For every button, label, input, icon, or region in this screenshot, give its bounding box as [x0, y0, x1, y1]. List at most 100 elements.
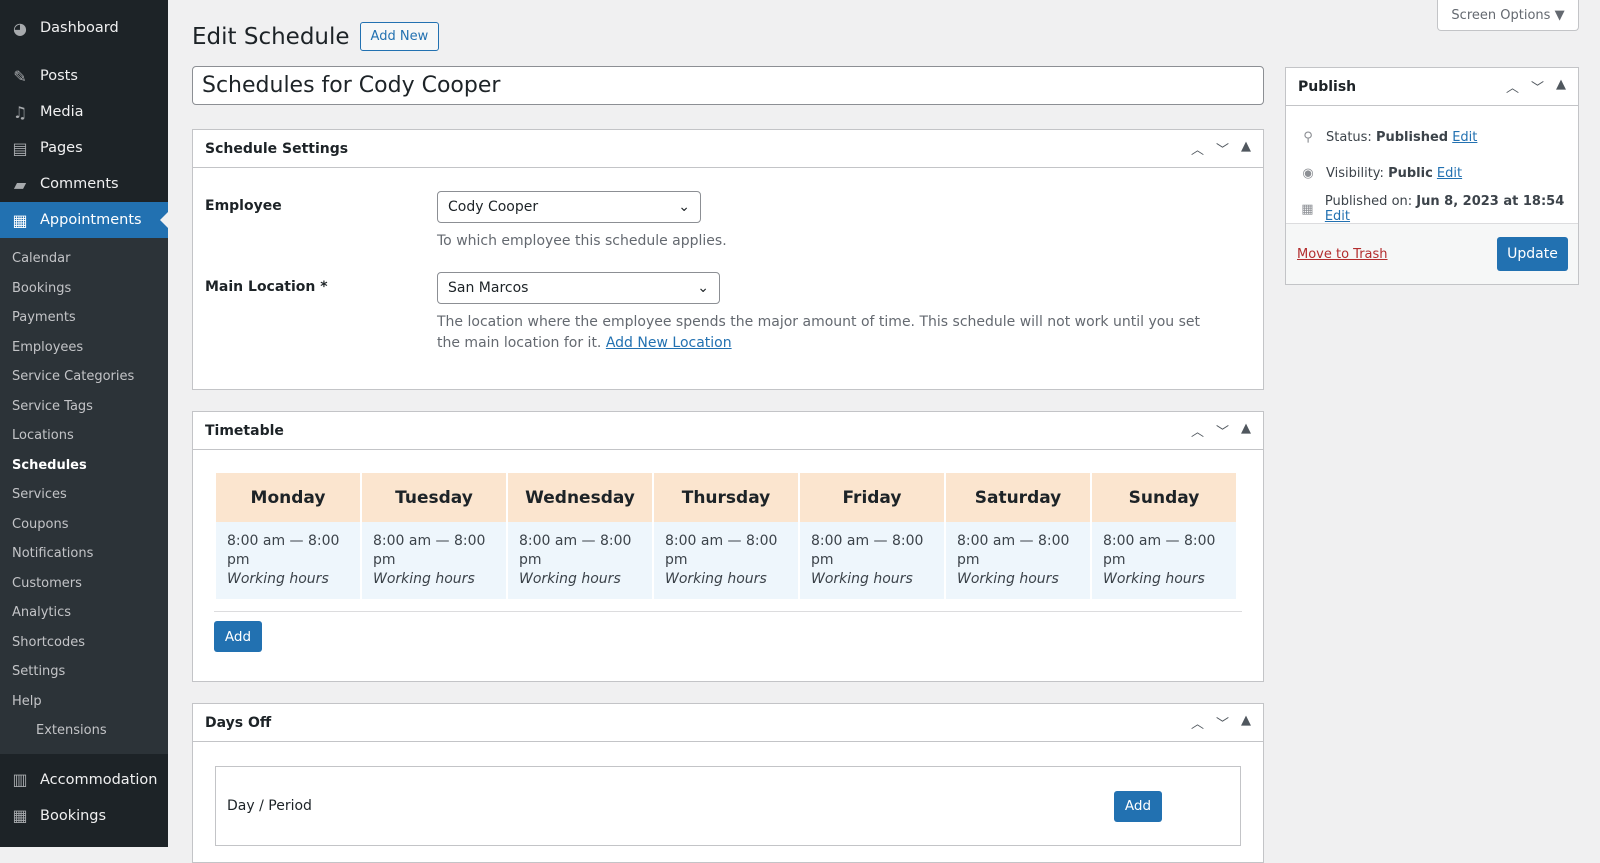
submenu-item-customers[interactable]: Customers	[0, 569, 168, 599]
day-header: Tuesday	[362, 473, 506, 522]
time-range: 8:00 am — 8:00 pm	[519, 533, 632, 568]
location-select[interactable]: San Marcos ⌄	[437, 272, 720, 304]
calendar-icon: ▦	[12, 806, 28, 825]
time-range: 8:00 am — 8:00 pm	[1103, 533, 1216, 568]
slot-type: Working hours	[227, 571, 329, 587]
toggle-icon[interactable]: ▲	[1241, 713, 1251, 732]
submenu-item-coupons[interactable]: Coupons	[0, 510, 168, 540]
days-off-box: Days Off ︿ ﹀ ▲ Day / Period Add	[192, 703, 1264, 863]
screen-options-button[interactable]: Screen Options ▼	[1437, 0, 1579, 31]
submenu-item-bookings[interactable]: Bookings	[0, 274, 168, 304]
add-timetable-button[interactable]: Add	[214, 621, 262, 652]
submenu-item-service-categories[interactable]: Service Categories	[0, 362, 168, 392]
toggle-icon[interactable]: ▲	[1241, 139, 1251, 158]
chevron-down-icon: ⌄	[697, 280, 709, 296]
sidebar-item-pages[interactable]: ▤ Pages	[0, 130, 168, 166]
schedule-settings-box: Schedule Settings ︿ ﹀ ▲ Employee Cody Coope…	[192, 129, 1264, 390]
submenu-item-extensions[interactable]: Extensions	[0, 716, 168, 746]
slot-type: Working hours	[1103, 571, 1205, 587]
appointments-submenu: Calendar Bookings Payments Employees Service…	[0, 238, 168, 754]
day-cell[interactable]: 8:00 am — 8:00 pm Working hours	[1092, 522, 1236, 599]
media-icon: ♫	[12, 102, 28, 122]
move-up-icon[interactable]: ︿	[1191, 139, 1204, 158]
submenu-item-payments[interactable]: Payments	[0, 303, 168, 333]
day-header: Saturday	[946, 473, 1090, 522]
chevron-down-icon: ⌄	[678, 199, 690, 215]
title-input[interactable]: Schedules for Cody Cooper	[192, 66, 1264, 105]
submenu-item-services[interactable]: Services	[0, 480, 168, 510]
toggle-icon[interactable]: ▲	[1556, 77, 1566, 96]
submenu-item-analytics[interactable]: Analytics	[0, 598, 168, 628]
time-range: 8:00 am — 8:00 pm	[957, 533, 1070, 568]
submenu-item-settings[interactable]: Settings	[0, 657, 168, 687]
calendar-icon: ▦	[1301, 201, 1314, 217]
sidebar-item-comments[interactable]: ▰ Comments	[0, 166, 168, 202]
move-down-icon[interactable]: ﹀	[1216, 421, 1229, 440]
day-cell[interactable]: 8:00 am — 8:00 pm Working hours	[362, 522, 506, 599]
edit-status-link[interactable]: Edit	[1452, 130, 1477, 145]
add-day-off-button[interactable]: Add	[1114, 790, 1162, 822]
day-cell[interactable]: 8:00 am — 8:00 pm Working hours	[946, 522, 1090, 599]
submenu-item-notifications[interactable]: Notifications	[0, 539, 168, 569]
day-header: Wednesday	[508, 473, 652, 522]
page-title: Edit Schedule Add New	[192, 22, 440, 51]
toggle-icon[interactable]: ▲	[1241, 421, 1251, 440]
day-cell[interactable]: 8:00 am — 8:00 pm Working hours	[216, 522, 360, 599]
move-down-icon[interactable]: ﹀	[1216, 139, 1229, 158]
add-new-button[interactable]: Add New	[359, 22, 440, 51]
submenu-item-locations[interactable]: Locations	[0, 421, 168, 451]
move-down-icon[interactable]: ﹀	[1531, 77, 1544, 96]
calendar-icon: ▦	[12, 210, 28, 230]
move-up-icon[interactable]: ︿	[1191, 421, 1204, 440]
pages-icon: ▤	[12, 138, 28, 158]
slot-type: Working hours	[665, 571, 767, 587]
publish-box: Publish ︿ ﹀ ▲ ⚲ Status: Published Edit ◉ Visi…	[1285, 67, 1579, 285]
time-range: 8:00 am — 8:00 pm	[373, 533, 486, 568]
time-range: 8:00 am — 8:00 pm	[665, 533, 778, 568]
move-up-icon[interactable]: ︿	[1506, 77, 1519, 96]
dashboard-icon: ◕	[13, 18, 27, 38]
day-cell[interactable]: 8:00 am — 8:00 pm Working hours	[800, 522, 944, 599]
day-cell[interactable]: 8:00 am — 8:00 pm Working hours	[654, 522, 798, 599]
submenu-item-schedules[interactable]: Schedules	[0, 451, 168, 481]
sidebar-item-posts[interactable]: ✎ Posts	[0, 58, 168, 94]
employee-select[interactable]: Cody Cooper ⌄	[437, 191, 701, 223]
slot-type: Working hours	[373, 571, 475, 587]
sidebar-item-bookings[interactable]: ▦ Bookings	[0, 798, 168, 834]
edit-visibility-link[interactable]: Edit	[1437, 166, 1462, 181]
time-range: 8:00 am — 8:00 pm	[227, 533, 340, 568]
slot-type: Working hours	[811, 571, 913, 587]
time-range: 8:00 am — 8:00 pm	[811, 533, 924, 568]
submenu-item-help[interactable]: Help	[0, 687, 168, 717]
sidebar-item-dashboard[interactable]: ◕ Dashboard	[0, 10, 168, 46]
caret-down-icon: ▼	[1554, 7, 1565, 23]
timetable: Monday Tuesday Wednesday Thursday Friday Satu…	[214, 473, 1238, 599]
add-new-location-link[interactable]: Add New Location	[606, 335, 732, 351]
day-header: Sunday	[1092, 473, 1236, 522]
pin-icon: ⚲	[1303, 129, 1313, 145]
sidebar-item-media[interactable]: ♫ Media	[0, 94, 168, 130]
admin-sidebar: ◕ Dashboard ✎ Posts ♫ Media ▤ Pages ▰ Comment…	[0, 0, 168, 847]
edit-date-link[interactable]: Edit	[1325, 209, 1350, 224]
submenu-item-employees[interactable]: Employees	[0, 333, 168, 363]
eye-icon: ◉	[1302, 165, 1314, 181]
submenu-item-service-tags[interactable]: Service Tags	[0, 392, 168, 422]
timetable-box: Timetable ︿ ﹀ ▲ Monday Tuesday Wednesday Thurs…	[192, 411, 1264, 682]
day-header: Monday	[216, 473, 360, 522]
submenu-item-calendar[interactable]: Calendar	[0, 244, 168, 274]
move-down-icon[interactable]: ﹀	[1216, 713, 1229, 732]
day-header: Friday	[800, 473, 944, 522]
update-button[interactable]: Update	[1497, 237, 1568, 271]
sidebar-item-appointments[interactable]: ▦ Appointments	[0, 202, 168, 238]
slot-type: Working hours	[957, 571, 1059, 587]
sidebar-item-accommodation[interactable]: ▥ Accommodation	[0, 762, 168, 798]
comment-icon: ▰	[13, 174, 27, 194]
day-cell[interactable]: 8:00 am — 8:00 pm Working hours	[508, 522, 652, 599]
day-header: Thursday	[654, 473, 798, 522]
move-up-icon[interactable]: ︿	[1191, 713, 1204, 732]
pin-icon: ✎	[13, 66, 27, 86]
slot-type: Working hours	[519, 571, 621, 587]
move-to-trash-link[interactable]: Move to Trash	[1297, 247, 1388, 262]
submenu-item-shortcodes[interactable]: Shortcodes	[0, 628, 168, 658]
building-icon: ▥	[12, 770, 28, 789]
